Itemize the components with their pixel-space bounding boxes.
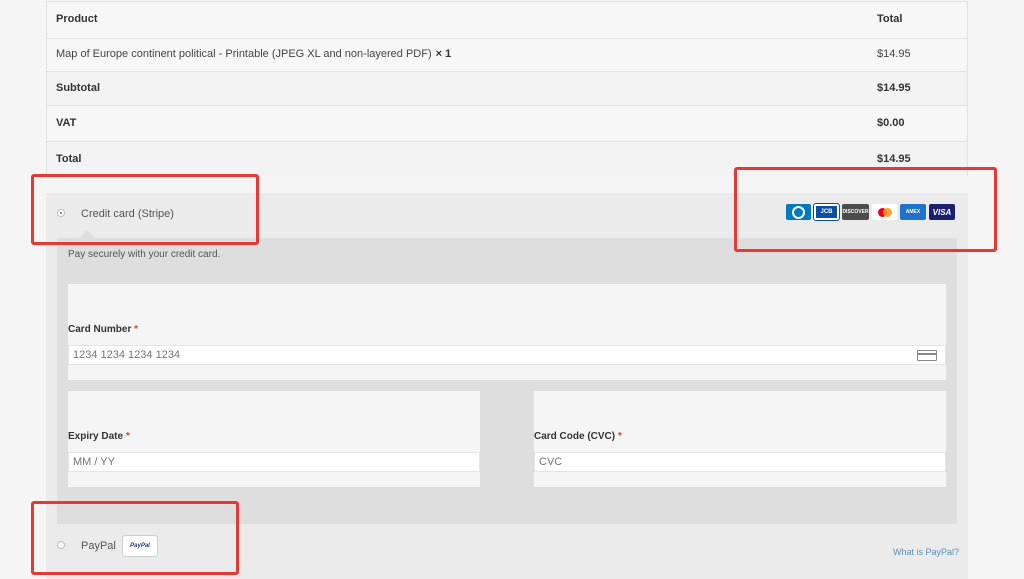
header-total: Total [877,13,903,25]
stripe-description: Pay securely with your credit card. [68,249,221,260]
cvc-field: Card Code (CVC) * [534,391,946,487]
subtotal-value: $14.95 [877,82,911,94]
stripe-payment-panel: Pay securely with your credit card. Card… [57,230,957,524]
total-value: $14.95 [877,153,911,165]
card-number-label: Card Number * [68,324,139,335]
cvc-input[interactable] [534,452,946,472]
card-number-input[interactable] [68,345,946,365]
subtotal-row: Subtotal $14.95 [47,71,967,105]
credit-card-icon [917,350,937,361]
highlight-stripe-option [31,174,259,245]
expiry-date-field: Expiry Date * [68,391,480,487]
what-is-paypal-link[interactable]: What is PayPal? [893,547,959,557]
cvc-label: Card Code (CVC) * [534,431,622,442]
expiry-label: Expiry Date * [68,431,130,442]
item-quantity: × 1 [435,48,452,60]
table-header-row: Product Total [47,2,967,38]
order-review-table: Product Total Map of Europe continent po… [46,1,968,176]
card-number-field: Card Number * [68,284,946,380]
subtotal-label: Subtotal [56,82,100,94]
header-product: Product [56,13,98,25]
item-total: $14.95 [877,48,911,60]
table-row: Map of Europe continent political - Prin… [47,38,967,71]
total-label: Total [56,153,82,165]
vat-value: $0.00 [877,117,905,129]
vat-row: VAT $0.00 [47,105,967,141]
vat-label: VAT [56,117,77,129]
highlight-card-brands [734,167,997,252]
highlight-paypal-option [31,501,239,575]
item-name: Map of Europe continent political - Prin… [56,48,452,60]
expiry-input[interactable] [68,452,480,472]
